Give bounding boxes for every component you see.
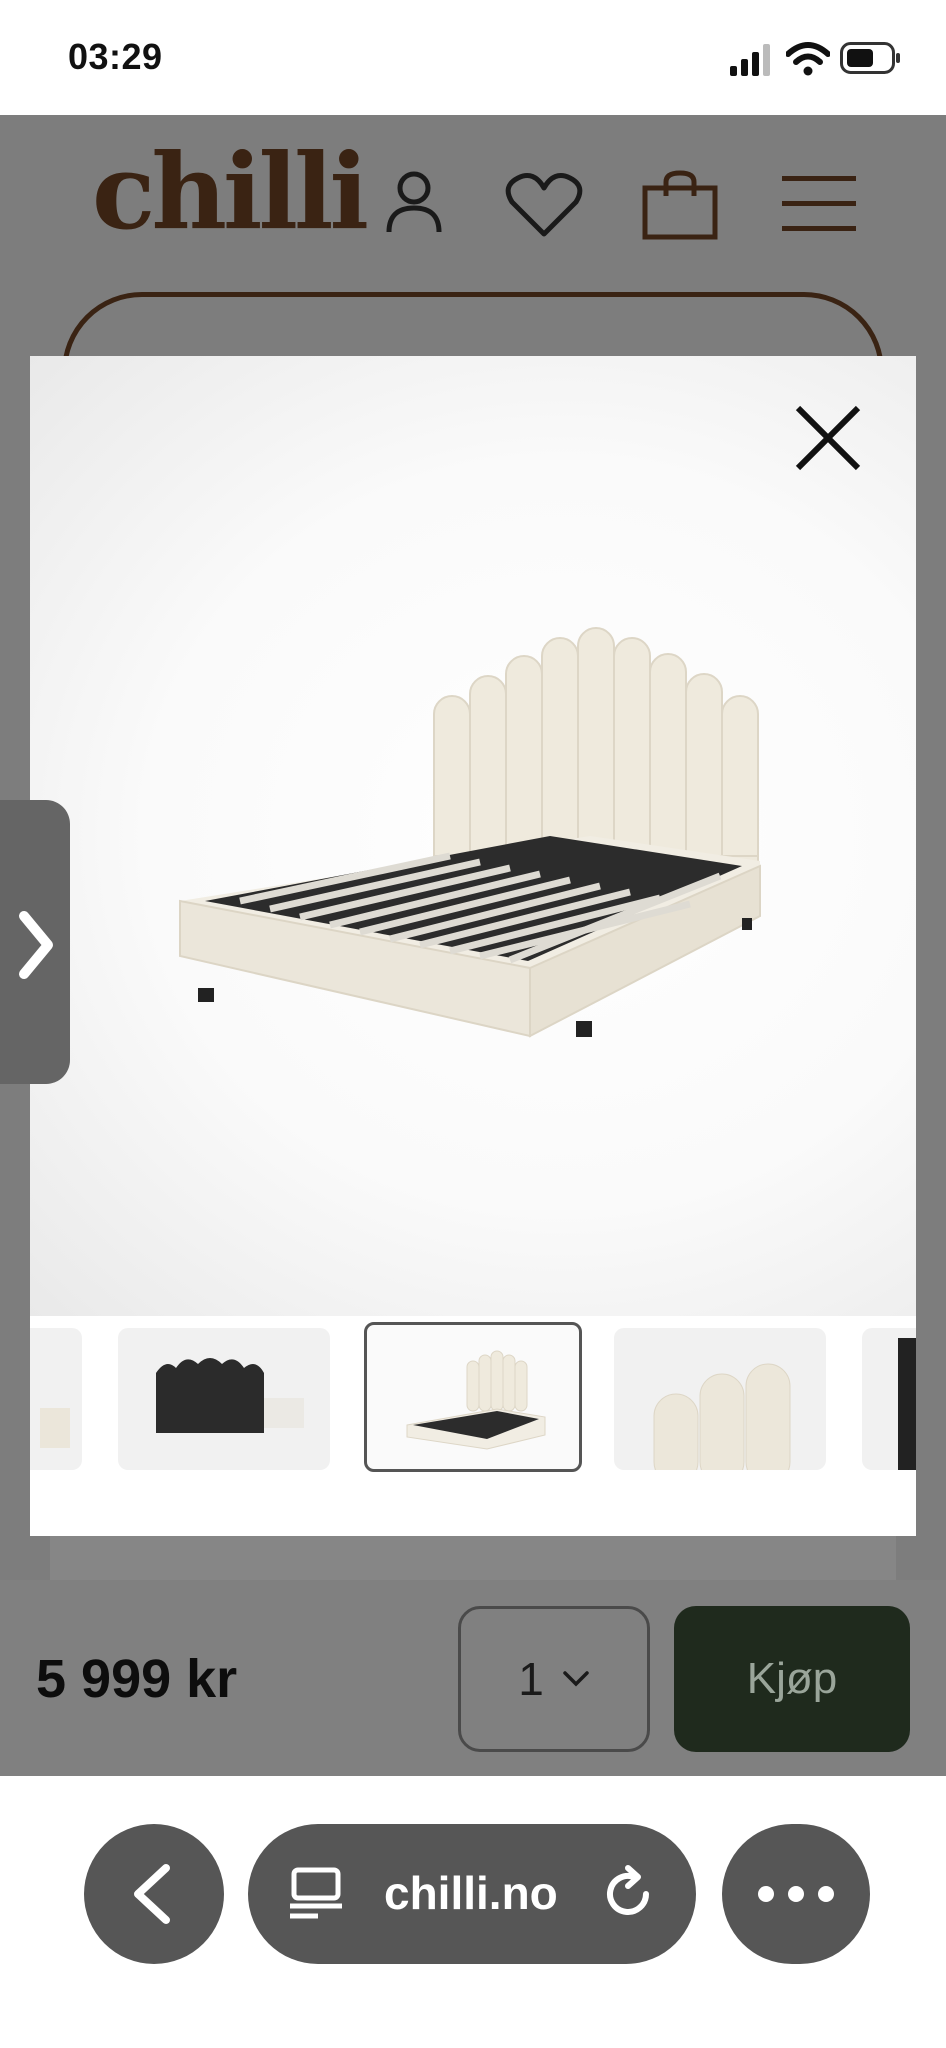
more-icon [758,1886,834,1902]
brand-logo[interactable]: chilli [92,140,369,244]
back-icon [134,1864,170,1924]
menu-icon[interactable] [782,176,856,232]
chevron-down-icon [563,1671,589,1687]
shopping-bag-icon[interactable] [642,170,718,240]
quantity-value: 1 [518,1653,544,1705]
next-image-button[interactable] [0,800,70,1084]
reload-icon[interactable] [598,1864,658,1924]
thumbnail[interactable] [30,1328,82,1470]
buy-button[interactable]: Kjøp [674,1606,910,1752]
back-button[interactable] [84,1824,224,1964]
price: 5 999 kr [36,1649,238,1709]
background-product-images [50,1530,896,1580]
close-icon[interactable] [788,398,868,478]
wifi-icon [786,42,830,76]
page-icon [290,1867,342,1919]
more-button[interactable] [722,1824,870,1964]
url-text: chilli.no [384,1867,558,1919]
thumbnail[interactable] [614,1328,826,1470]
chevron-right-icon [19,911,53,979]
thumbnail-active[interactable] [364,1322,582,1472]
user-icon[interactable] [384,170,444,236]
signal-icon [730,44,770,76]
image-lightbox [30,356,916,1536]
status-time: 03:29 [68,36,163,77]
bed-illustration [179,627,761,1038]
thumbnail[interactable] [862,1328,916,1470]
status-bar: 03:29 [0,0,946,115]
thumbnail-strip [30,1322,916,1482]
thumbnail[interactable] [118,1328,330,1470]
heart-icon[interactable] [504,172,584,238]
quantity-select[interactable]: 1 [458,1606,650,1752]
battery-icon [840,42,900,74]
product-image-bed[interactable] [30,356,916,1316]
